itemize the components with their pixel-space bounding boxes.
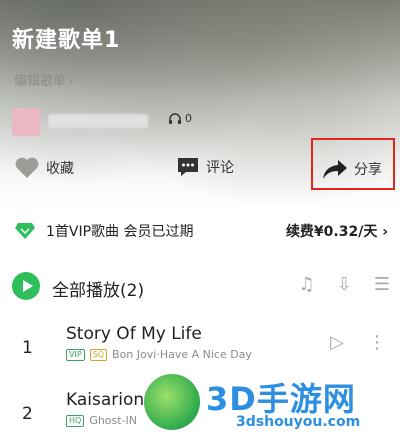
song-title: Kaisarion — [66, 390, 145, 410]
headphones-icon — [169, 112, 181, 124]
song-artist-album: Bon Jovi·Have A Nice Day — [112, 348, 252, 361]
playlist-title: 新建歌单1 — [12, 28, 121, 53]
edit-playlist-label: 编辑歌单 — [14, 74, 67, 89]
hq-tag: HQ — [66, 414, 85, 427]
song-title: Story Of My Life — [66, 324, 202, 344]
favorite-button[interactable]: 收藏 — [14, 156, 74, 180]
song-meta: HQ Ghost-IN — [66, 414, 137, 427]
watermark: 3D手游网 3dshouyou.com — [140, 372, 400, 439]
chevron-right-icon: › — [69, 75, 74, 88]
video-icon[interactable]: ▷ — [330, 332, 344, 353]
comment-icon — [178, 158, 198, 176]
renew-link[interactable]: 续费¥0.32/天 › — [286, 221, 388, 241]
chevron-right-icon: › — [382, 224, 388, 240]
song-artist-album: Ghost-IN — [89, 414, 138, 427]
watermark-url: 3dshouyou.com — [236, 414, 361, 430]
play-all-row: 全部播放(2) ♫ ⇩ ☰ — [0, 268, 400, 308]
song-index: 1 — [22, 338, 33, 358]
song-index: 2 — [22, 404, 33, 424]
list-tools: ♫ ⇩ ☰ — [299, 274, 390, 295]
play-count: 0 — [168, 112, 192, 125]
creator-avatar[interactable] — [12, 108, 40, 136]
song-row[interactable]: 1 Story Of My Life VIP SQ Bon Jovi·Have … — [0, 322, 400, 374]
comment-button[interactable]: 评论 — [176, 156, 234, 178]
diamond-icon — [15, 223, 35, 239]
more-icon[interactable]: ⋮ — [368, 332, 386, 353]
favorite-label: 收藏 — [46, 161, 74, 177]
play-all-button[interactable] — [12, 272, 40, 300]
creator-name-blurred — [48, 114, 148, 128]
download-icon[interactable]: ⇩ — [337, 274, 352, 295]
renew-text: 续费¥0.32/天 — [285, 224, 378, 240]
vip-tag: VIP — [66, 348, 85, 361]
edit-playlist-link[interactable]: 编辑歌单 › — [14, 70, 73, 89]
watermark-logo-icon — [144, 374, 200, 430]
vip-bar[interactable]: 1首VIP歌曲 会员已过期 续费¥0.32/天 › — [0, 215, 400, 249]
comment-label: 评论 — [206, 160, 234, 176]
play-count-value: 0 — [185, 112, 192, 125]
heart-icon — [15, 157, 39, 178]
vip-status: 1首VIP歌曲 会员已过期 — [14, 221, 194, 241]
play-all-label[interactable]: 全部播放(2) — [52, 276, 144, 301]
sq-tag: SQ — [89, 348, 108, 361]
song-meta: VIP SQ Bon Jovi·Have A Nice Day — [66, 348, 252, 361]
share-highlight-box — [311, 138, 395, 190]
multi-select-icon[interactable]: ☰ — [374, 274, 390, 295]
music-note-icon[interactable]: ♫ — [299, 274, 315, 295]
song-ops: ▷ ⋮ — [330, 332, 386, 353]
vip-status-text: 1首VIP歌曲 会员已过期 — [46, 224, 194, 240]
